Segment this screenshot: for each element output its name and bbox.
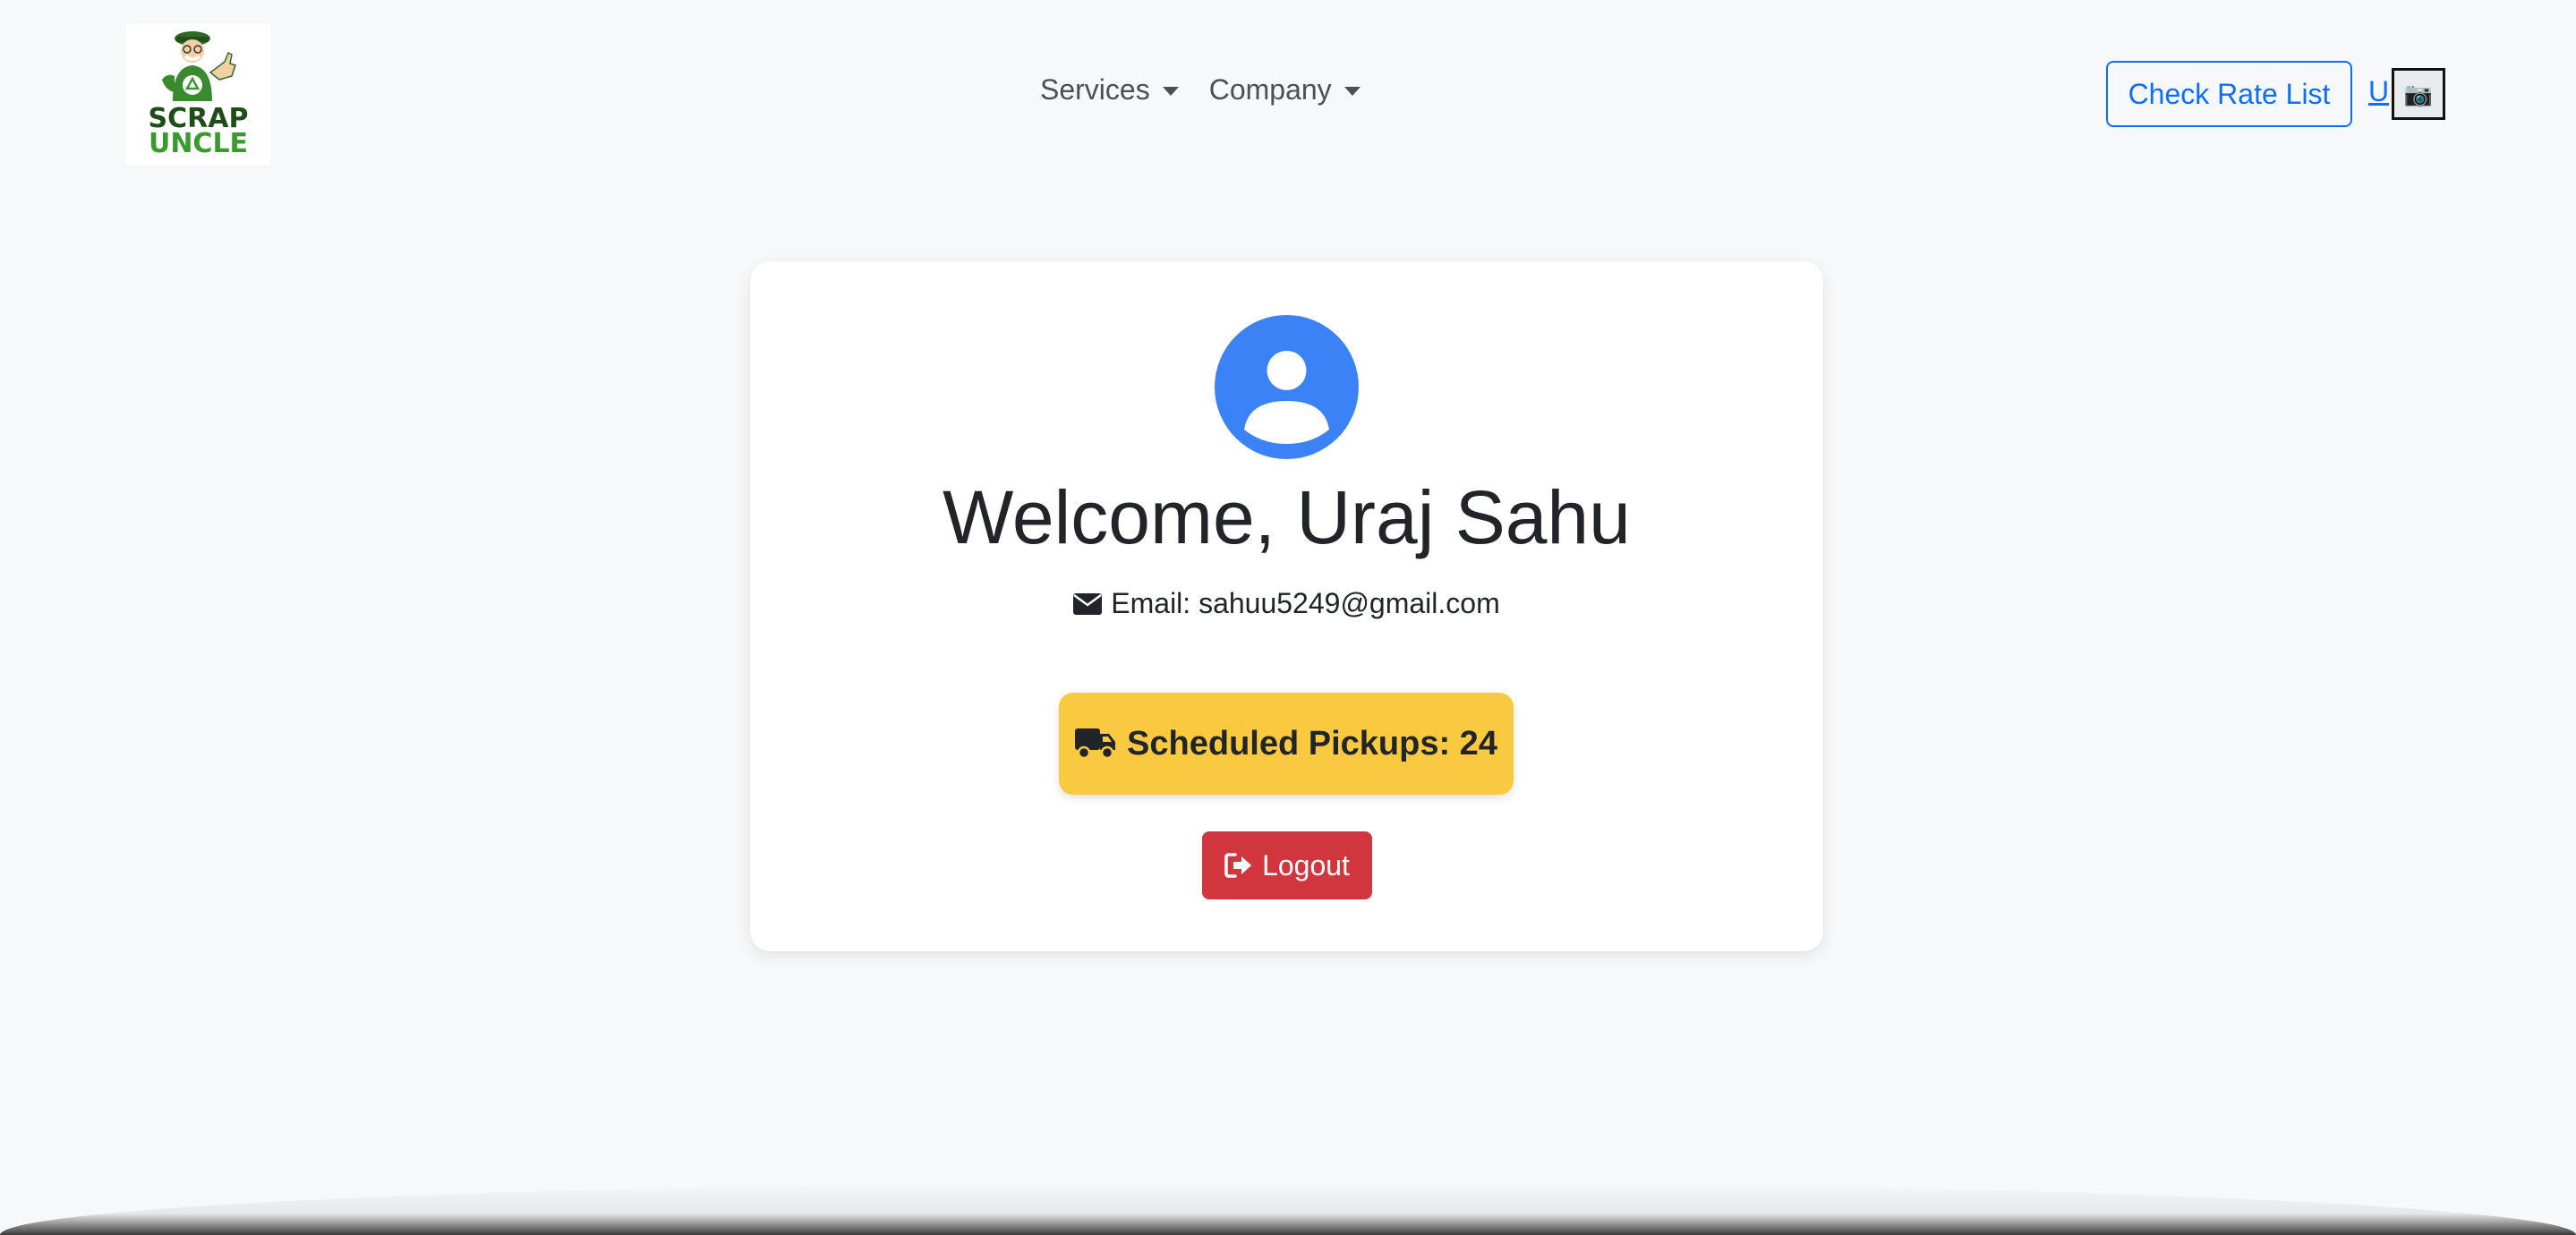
nav-services-label: Services [1040,73,1150,106]
scheduled-pickups-label: Scheduled Pickups: 24 [1127,724,1497,762]
profile-image-placeholder[interactable]: 📷 [2392,68,2445,120]
nav-company-dropdown[interactable]: Company [1209,73,1361,106]
logo-text-line2: UNCLE [148,128,249,159]
camera-icon: 📷 [2403,81,2434,107]
person-icon [1244,351,1329,444]
logout-label: Logout [1262,848,1350,882]
email-row: Email: sahuu5249@gmail.com [750,587,1823,620]
user-profile-link[interactable]: U [2368,75,2389,108]
profile-card: Welcome, Uraj Sahu Email: sahuu5249@gmai… [750,261,1823,951]
sign-out-icon [1224,853,1252,878]
chevron-down-icon [1343,86,1361,96]
check-rate-list-button[interactable]: Check Rate List [2106,61,2352,127]
logout-button[interactable]: Logout [1202,831,1372,899]
nav-services-dropdown[interactable]: Services [1040,73,1179,106]
envelope-icon [1073,592,1103,615]
mascot-icon [161,31,236,101]
main-nav: Services Company [1040,73,1361,106]
nav-company-label: Company [1208,73,1332,106]
brand-logo[interactable]: SCRAP UNCLE [125,23,271,166]
email-text: Email: sahuu5249@gmail.com [1111,587,1500,619]
page: SCRAP UNCLE Services Company Check Rate … [0,0,2576,1235]
chevron-down-icon [1162,86,1179,96]
window-bottom-edge [0,1181,2576,1235]
truck-icon [1075,728,1116,759]
scheduled-pickups-badge[interactable]: Scheduled Pickups: 24 [1059,693,1514,795]
user-avatar-icon [1215,315,1359,459]
welcome-heading: Welcome, Uraj Sahu [943,475,1631,559]
